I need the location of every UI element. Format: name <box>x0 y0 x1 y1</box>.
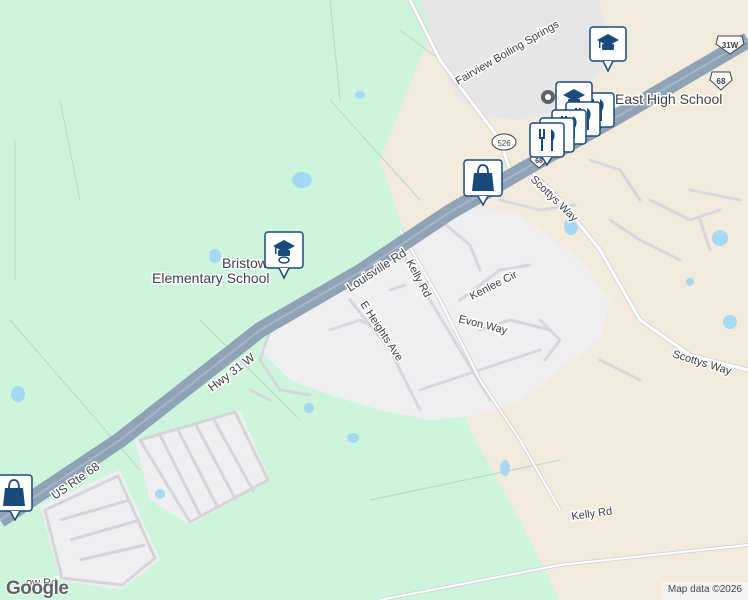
svg-text:526: 526 <box>497 139 511 148</box>
svg-text:31W: 31W <box>722 41 739 50</box>
map-attribution[interactable]: Map data ©2026 <box>661 582 748 600</box>
place-marker-icon[interactable] <box>541 90 555 104</box>
svg-text:68: 68 <box>717 77 726 86</box>
svg-text:68: 68 <box>535 158 543 165</box>
route-526-shield: 526 <box>491 133 517 151</box>
east-high-school-label: East High School <box>615 91 722 107</box>
google-logo[interactable]: Google <box>6 578 69 600</box>
map-canvas[interactable]: Fairview Boiling Springs Louisville Rd H… <box>0 0 748 600</box>
bristow-school-label-line1: Bristow <box>222 255 269 271</box>
bristow-school-label-line2: Elementary School <box>152 270 270 286</box>
